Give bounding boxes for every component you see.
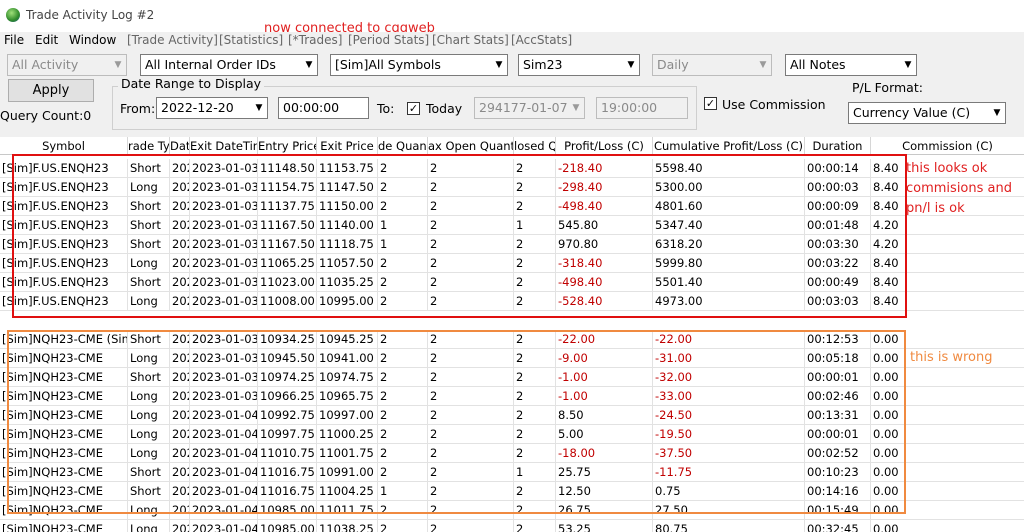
annotation-box-ok bbox=[12, 154, 907, 318]
annotation-ok-line-1: this looks ok bbox=[906, 161, 988, 176]
col-closed-quantity[interactable]: losed Qu bbox=[514, 137, 556, 155]
col-date[interactable]: Dat bbox=[170, 137, 190, 155]
today-label: Today bbox=[426, 101, 463, 116]
cell-entry-price: 10985.00 bbox=[258, 520, 317, 532]
notes-value: All Notes bbox=[790, 57, 846, 72]
chevron-down-icon: ▼ bbox=[495, 60, 503, 70]
cell-trade-quantity: 2 bbox=[378, 520, 428, 532]
use-commission-label: Use Commission bbox=[722, 97, 826, 112]
from-date-picker[interactable]: 2022-12-20 ▼ bbox=[156, 97, 268, 119]
menu-trades[interactable]: [*Trades] bbox=[288, 33, 342, 47]
order-ids-value: All Internal Order IDs bbox=[145, 57, 276, 72]
chevron-down-icon: ▼ bbox=[255, 103, 263, 113]
period-select[interactable]: Daily ▼ bbox=[652, 54, 772, 76]
menu-file[interactable]: File bbox=[4, 33, 24, 47]
chevron-down-icon: ▼ bbox=[759, 60, 767, 70]
annotation-ok-text: this looks ok commisions and pn/l is ok bbox=[906, 159, 1012, 219]
cell-symbol: [Sim]NQH23-CME bbox=[0, 520, 128, 532]
cell-exit-price: 11038.25 bbox=[317, 520, 378, 532]
col-max-open-quantity[interactable]: ax Open Quanti bbox=[428, 137, 514, 155]
to-date-value: 294177-01-07 bbox=[479, 100, 568, 115]
pl-format-select[interactable]: Currency Value (C) ▼ bbox=[848, 102, 1006, 124]
menu-chart-stats[interactable]: [Chart Stats] bbox=[432, 33, 509, 47]
to-date-picker[interactable]: 294177-01-07 ▼ bbox=[474, 97, 585, 119]
annotation-ok-line-2: commisions and bbox=[906, 181, 1012, 196]
activity-filter-value: All Activity bbox=[12, 57, 79, 72]
account-value: Sim23 bbox=[523, 57, 563, 72]
chevron-down-icon: ▼ bbox=[904, 60, 912, 70]
annotation-ok-line-3: pn/l is ok bbox=[906, 201, 965, 216]
symbols-value: [Sim]All Symbols bbox=[335, 57, 441, 72]
chevron-down-icon: ▼ bbox=[305, 60, 313, 70]
activity-filter-select[interactable]: All Activity ▼ bbox=[7, 54, 127, 76]
col-commission[interactable]: Commission (C) bbox=[871, 137, 1024, 155]
col-profit-loss[interactable]: Profit/Loss (C) bbox=[556, 137, 653, 155]
menu-bar: File Edit Window [Trade Activity] [Stati… bbox=[0, 32, 1024, 50]
cell-date: 202 bbox=[170, 520, 190, 532]
pl-format-label: P/L Format: bbox=[852, 80, 923, 95]
chevron-down-icon: ▼ bbox=[993, 108, 1001, 118]
cell-commission: 0.00 bbox=[873, 522, 899, 532]
order-ids-select[interactable]: All Internal Order IDs ▼ bbox=[140, 54, 318, 76]
from-time-field[interactable]: 00:00:00 bbox=[278, 97, 369, 119]
cell-trade-type: Long bbox=[128, 520, 170, 532]
menu-trade-activity[interactable]: [Trade Activity] bbox=[127, 33, 218, 47]
menu-period-stats[interactable]: [Period Stats] bbox=[348, 33, 429, 47]
col-exit-datetime[interactable]: Exit DateTime bbox=[190, 137, 258, 155]
cell-max-open-quantity: 2 bbox=[428, 520, 514, 532]
chevron-down-icon: ▼ bbox=[114, 60, 122, 70]
chevron-down-icon: ▼ bbox=[627, 60, 635, 70]
cell-duration: 00:32:45 bbox=[805, 520, 871, 532]
grid-header: Symbol rade Typ Dat Exit DateTime Entry … bbox=[0, 137, 1024, 155]
col-cumulative-pl[interactable]: Cumulative Profit/Loss (C) bbox=[653, 137, 805, 155]
table-row[interactable]: [Sim]NQH23-CMELong2022023-01-0410985.001… bbox=[0, 520, 1024, 532]
chevron-down-icon: ▼ bbox=[572, 103, 580, 113]
col-entry-price[interactable]: Entry Price bbox=[258, 137, 317, 155]
menu-accstats[interactable]: [AccStats] bbox=[511, 33, 572, 47]
annotation-wrong-text: this is wrong bbox=[910, 350, 993, 365]
symbols-select[interactable]: [Sim]All Symbols ▼ bbox=[330, 54, 508, 76]
col-symbol[interactable]: Symbol bbox=[0, 137, 128, 155]
to-time-field[interactable]: 19:00:00 bbox=[596, 97, 688, 119]
pl-format-value: Currency Value (C) bbox=[853, 105, 971, 120]
today-checkbox[interactable]: ✓ bbox=[407, 102, 420, 115]
title-bar: Trade Activity Log #2 now connected to c… bbox=[0, 0, 1024, 36]
col-trade-type[interactable]: rade Typ bbox=[128, 137, 170, 155]
account-select[interactable]: Sim23 ▼ bbox=[518, 54, 640, 76]
from-label: From: bbox=[120, 101, 156, 116]
annotation-box-wrong bbox=[7, 330, 906, 514]
notes-select[interactable]: All Notes ▼ bbox=[785, 54, 917, 76]
from-date-value: 2022-12-20 bbox=[161, 100, 234, 115]
col-exit-price[interactable]: Exit Price bbox=[317, 137, 378, 155]
use-commission-checkbox[interactable]: ✓ bbox=[704, 97, 717, 110]
cell-profit-loss: 53.25 bbox=[556, 520, 653, 532]
window-title: Trade Activity Log #2 bbox=[26, 8, 155, 22]
query-count: Query Count:0 bbox=[0, 108, 92, 123]
menu-statistics[interactable]: [Statistics] bbox=[219, 33, 283, 47]
col-trade-quantity[interactable]: de Quanta bbox=[378, 137, 428, 155]
col-duration[interactable]: Duration bbox=[805, 137, 871, 155]
date-range-title: Date Range to Display bbox=[118, 76, 265, 91]
menu-window[interactable]: Window bbox=[69, 33, 116, 47]
menu-edit[interactable]: Edit bbox=[35, 33, 58, 47]
cell-cumulative-pl: 80.75 bbox=[653, 520, 805, 532]
globe-icon bbox=[6, 8, 20, 22]
to-label: To: bbox=[377, 101, 395, 116]
cell-closed-quantity: 2 bbox=[514, 520, 556, 532]
period-value: Daily bbox=[657, 57, 689, 72]
cell-exit-datetime: 2023-01-04 bbox=[190, 520, 258, 532]
apply-button[interactable]: Apply bbox=[8, 79, 94, 102]
